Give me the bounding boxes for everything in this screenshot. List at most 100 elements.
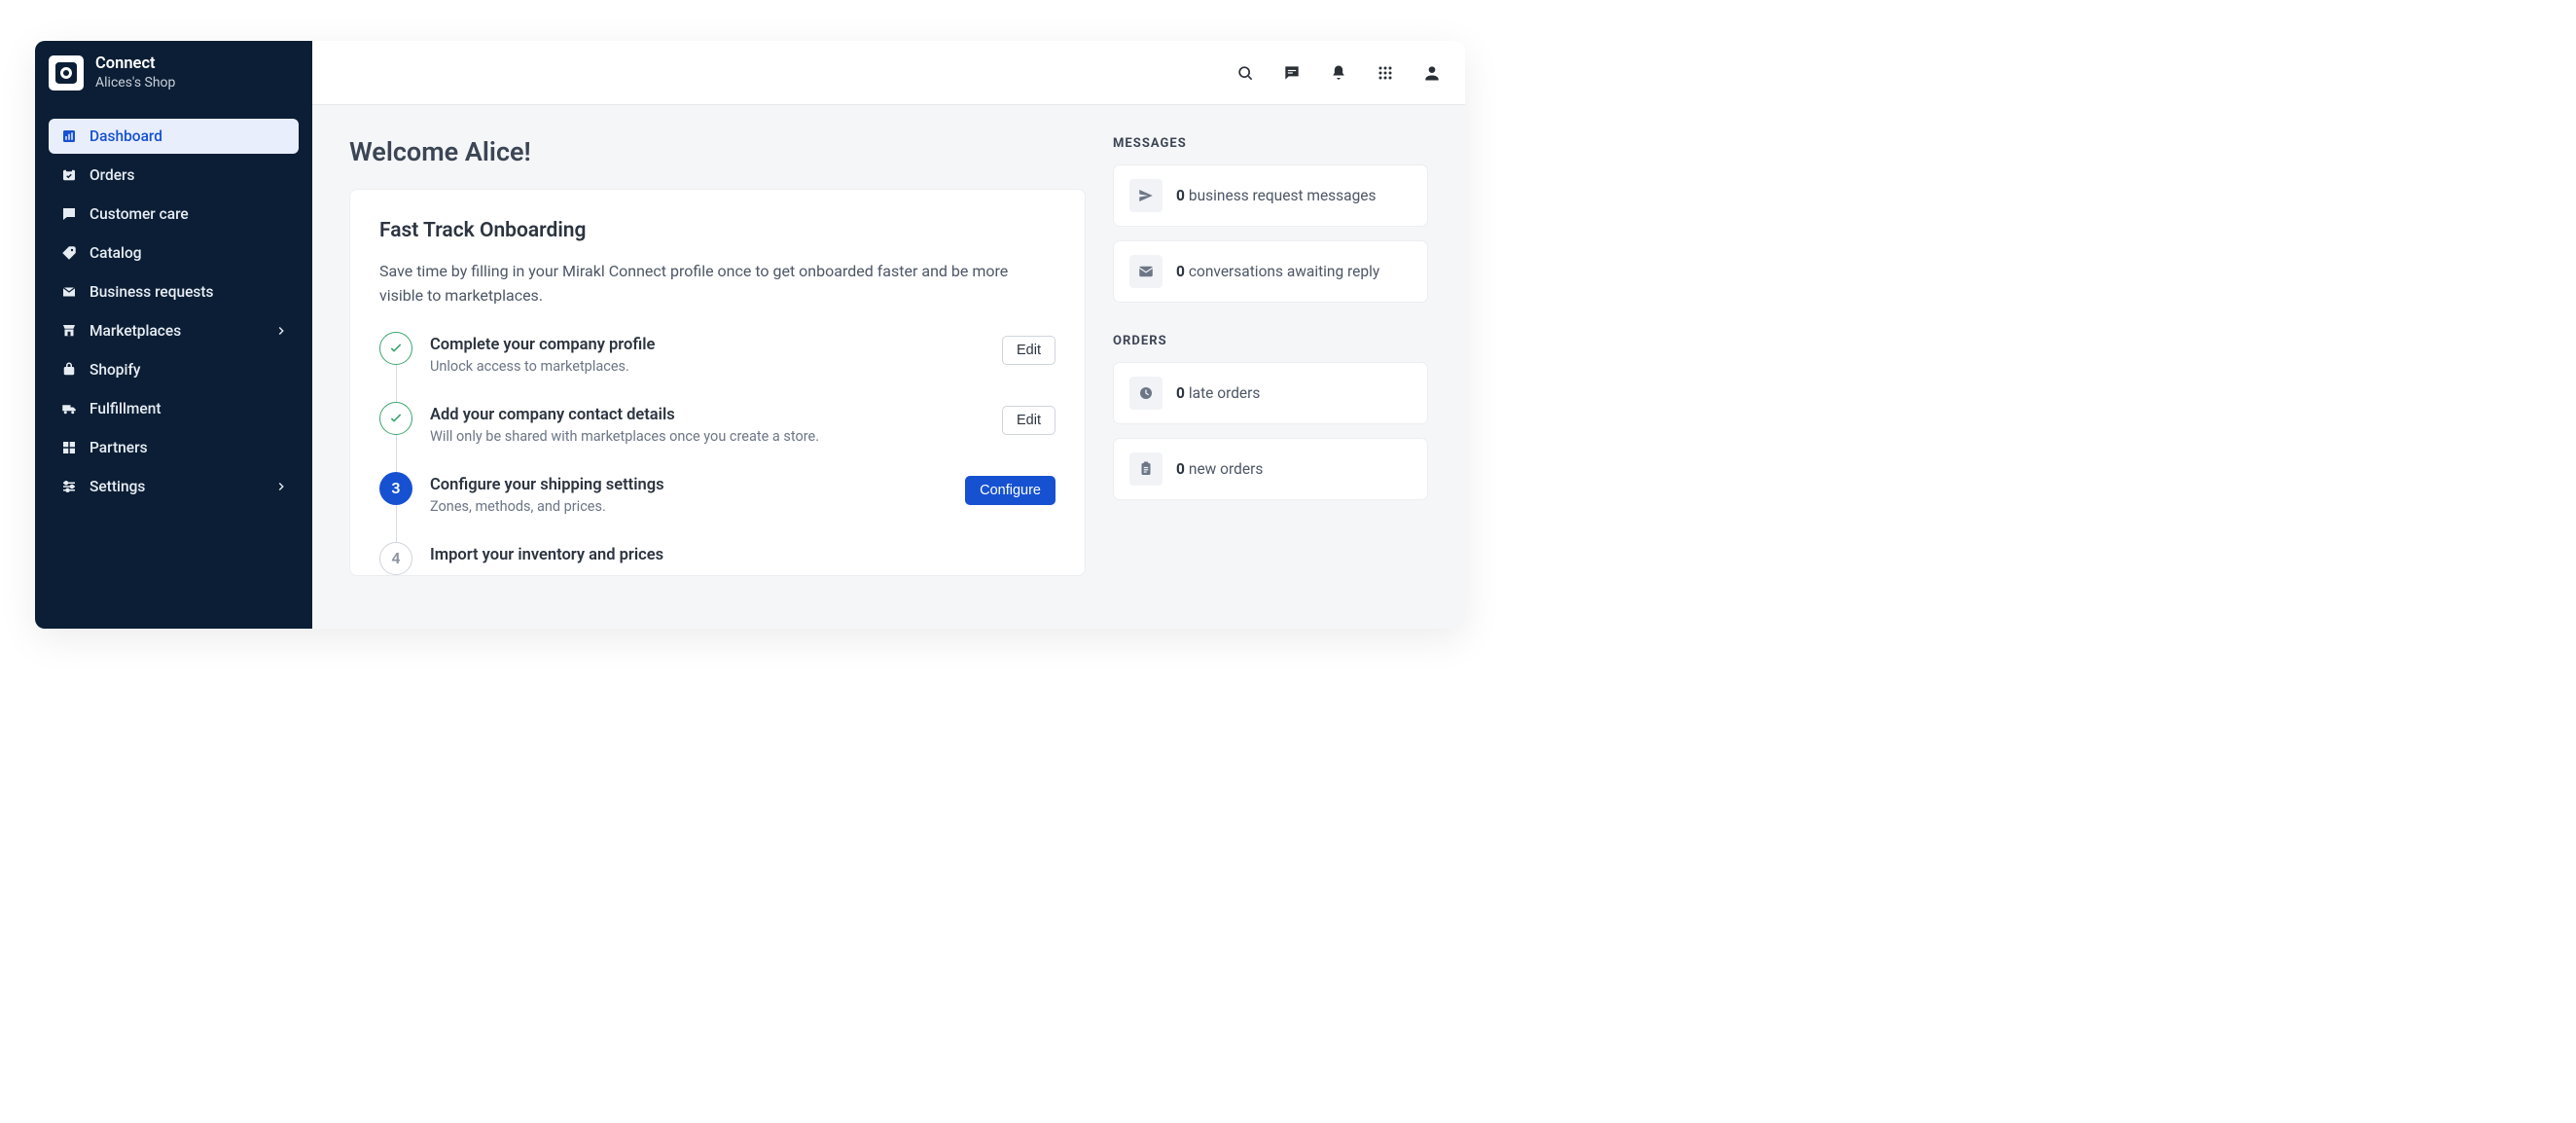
customer-care-icon — [60, 205, 78, 223]
step-body: Configure your shipping settings Zones, … — [430, 472, 948, 515]
sidebar-item-fulfillment[interactable]: Fulfillment — [49, 391, 299, 426]
onboarding-step: 3 Configure your shipping settings Zones… — [379, 472, 1055, 542]
sidebar-item-catalog[interactable]: Catalog — [49, 235, 299, 271]
onboarding-card: Fast Track Onboarding Save time by filli… — [349, 189, 1086, 576]
stat-label: late orders — [1189, 384, 1261, 402]
onboarding-step: Complete your company profile Unlock acc… — [379, 332, 1055, 402]
left-column: Welcome Alice! Fast Track Onboarding Sav… — [349, 136, 1086, 576]
stat-new-orders[interactable]: 0new orders — [1113, 438, 1428, 500]
check-icon — [388, 341, 404, 356]
sidebar-item-marketplaces[interactable]: Marketplaces — [49, 313, 299, 348]
shopify-icon — [60, 361, 78, 379]
stat-label: new orders — [1189, 460, 1263, 478]
onboarding-step: Add your company contact details Will on… — [379, 402, 1055, 472]
sidebar: Connect Alices's Shop Dashboard Orders — [35, 41, 312, 629]
step-marker-done — [379, 332, 412, 365]
content: Welcome Alice! Fast Track Onboarding Sav… — [312, 105, 1465, 576]
step-track — [396, 505, 397, 544]
stat-count: 0 — [1176, 263, 1185, 280]
sidebar-item-partners[interactable]: Partners — [49, 430, 299, 465]
stat-count: 0 — [1176, 460, 1185, 478]
onboarding-title: Fast Track Onboarding — [379, 219, 1055, 242]
stat-business-requests[interactable]: 0business request messages — [1113, 164, 1428, 227]
sidebar-item-orders[interactable]: Orders — [49, 158, 299, 193]
sidebar-item-label: Partners — [89, 439, 287, 456]
step-track — [396, 435, 397, 474]
stat-label: business request messages — [1189, 187, 1377, 204]
stat-conversations[interactable]: 0conversations awaiting reply — [1113, 240, 1428, 303]
step-title: Import your inventory and prices — [430, 546, 1055, 564]
stat-label: conversations awaiting reply — [1189, 263, 1379, 280]
stat-late-orders[interactable]: 0late orders — [1113, 362, 1428, 424]
stat-count: 0 — [1176, 187, 1185, 204]
brand-logo — [49, 55, 84, 91]
chevron-right-icon — [273, 323, 289, 339]
stat-text: 0new orders — [1176, 460, 1263, 478]
step-body: Add your company contact details Will on… — [430, 402, 984, 445]
chat-icon[interactable] — [1282, 63, 1302, 83]
clock-icon — [1129, 377, 1163, 410]
onboarding-subtitle: Save time by filling in your Mirakl Conn… — [379, 260, 1055, 308]
sidebar-item-label: Orders — [89, 166, 287, 184]
configure-button[interactable]: Configure — [965, 476, 1055, 505]
sidebar-item-settings[interactable]: Settings — [49, 469, 299, 504]
chevron-right-icon — [273, 479, 289, 494]
fulfillment-icon — [60, 400, 78, 417]
sidebar-item-business-requests[interactable]: Business requests — [49, 274, 299, 309]
topbar — [312, 41, 1465, 105]
onboarding-step: 4 Import your inventory and prices — [379, 542, 1055, 575]
mail-icon — [1129, 255, 1163, 288]
step-desc: Will only be shared with marketplaces on… — [430, 428, 984, 445]
edit-button[interactable]: Edit — [1002, 406, 1055, 435]
onboarding-steps: Complete your company profile Unlock acc… — [379, 332, 1055, 575]
search-icon[interactable] — [1235, 63, 1255, 83]
step-title: Complete your company profile — [430, 336, 984, 354]
step-desc: Zones, methods, and prices. — [430, 498, 948, 515]
stat-text: 0business request messages — [1176, 187, 1377, 204]
edit-button[interactable]: Edit — [1002, 336, 1055, 365]
sidebar-item-shopify[interactable]: Shopify — [49, 352, 299, 387]
messages-section-label: MESSAGES — [1113, 136, 1428, 151]
sidebar-item-label: Settings — [89, 478, 287, 495]
send-icon — [1129, 179, 1163, 212]
check-icon — [388, 411, 404, 426]
main: Welcome Alice! Fast Track Onboarding Sav… — [312, 41, 1465, 629]
brand-sub: Alices's Shop — [95, 75, 175, 92]
logo-icon — [55, 62, 77, 84]
orders-icon — [60, 166, 78, 184]
settings-icon — [60, 478, 78, 495]
app-frame: Connect Alices's Shop Dashboard Orders — [35, 41, 1465, 629]
step-marker-current: 3 — [379, 472, 412, 505]
orders-section-label: ORDERS — [1113, 334, 1428, 348]
step-marker-upcoming: 4 — [379, 542, 412, 575]
brand-block[interactable]: Connect Alices's Shop — [35, 41, 312, 101]
sidebar-nav: Dashboard Orders Customer care Catalog — [35, 101, 312, 504]
step-desc: Unlock access to marketplaces. — [430, 358, 984, 375]
step-marker-done — [379, 402, 412, 435]
sidebar-item-dashboard[interactable]: Dashboard — [49, 119, 299, 154]
business-requests-icon — [60, 283, 78, 301]
sidebar-item-customer-care[interactable]: Customer care — [49, 197, 299, 232]
bell-icon[interactable] — [1329, 63, 1348, 83]
sidebar-item-label: Shopify — [89, 361, 287, 379]
dashboard-icon — [60, 127, 78, 145]
brand-title: Connect — [95, 54, 175, 75]
step-track — [396, 365, 397, 404]
sidebar-item-label: Catalog — [89, 244, 287, 262]
page-title: Welcome Alice! — [349, 136, 1086, 167]
sidebar-item-label: Fulfillment — [89, 400, 287, 417]
step-title: Configure your shipping settings — [430, 476, 948, 494]
apps-icon[interactable] — [1376, 63, 1395, 83]
user-icon[interactable] — [1422, 63, 1442, 83]
clipboard-icon — [1129, 453, 1163, 486]
stat-count: 0 — [1176, 384, 1185, 402]
sidebar-item-label: Dashboard — [89, 127, 287, 145]
right-column: MESSAGES 0business request messages 0con… — [1113, 136, 1428, 576]
stat-text: 0conversations awaiting reply — [1176, 263, 1379, 280]
sidebar-item-label: Business requests — [89, 283, 287, 301]
sidebar-item-label: Customer care — [89, 205, 287, 223]
brand-text: Connect Alices's Shop — [95, 54, 175, 91]
step-body: Import your inventory and prices — [430, 542, 1055, 568]
catalog-icon — [60, 244, 78, 262]
step-body: Complete your company profile Unlock acc… — [430, 332, 984, 375]
